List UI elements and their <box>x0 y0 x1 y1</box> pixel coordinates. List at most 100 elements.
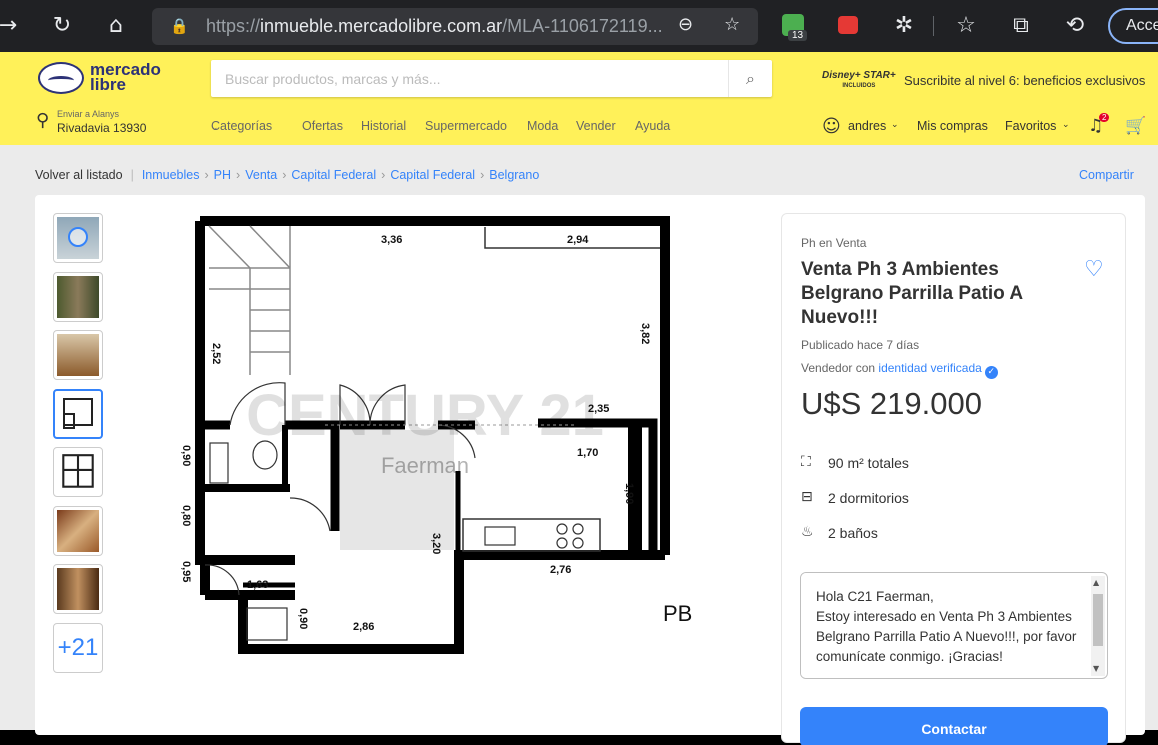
my-purchases-label: Mis compras <box>917 119 988 133</box>
back-to-list-link[interactable]: Volver al listado <box>35 168 123 182</box>
more-photos-button[interactable]: +21 <box>53 623 103 673</box>
breadcrumb: Volver al listado | Inmuebles › PH › Venta › Cap… <box>35 168 539 182</box>
dimension-label: 0,95 <box>180 561 192 582</box>
share-link[interactable]: Compartir <box>1079 168 1134 182</box>
dimension-label: 2,94 <box>567 234 589 246</box>
nav-vender[interactable]: Vender <box>576 119 616 133</box>
dimension-label: 0,90 <box>297 608 309 629</box>
nav-ofertas[interactable]: Ofertas <box>302 119 343 133</box>
collections-icon[interactable]: ⧉ <box>1005 10 1037 42</box>
nav-supermercado[interactable]: Supermercado <box>425 119 507 133</box>
user-name: andres <box>848 119 887 133</box>
dimension-label: 3,20 <box>430 533 442 554</box>
seller-info: Vendedor con identidad verificada ✓ <box>801 361 998 379</box>
mercadolibre-logo[interactable]: mercado libre <box>38 60 168 100</box>
address-bar[interactable]: 🔒 https://inmueble.mercadolibre.com.ar/M… <box>152 8 758 45</box>
verified-check-icon: ✓ <box>984 366 998 379</box>
nav-historial[interactable]: Historial <box>361 119 406 133</box>
ship-label: Enviar a Alanys <box>57 109 120 119</box>
feature-text: 2 dormitorios <box>828 490 909 506</box>
youtube-extension-icon[interactable] <box>838 16 858 34</box>
chevron-right-icon: › <box>236 168 241 182</box>
feature-text: 90 m² totales <box>828 455 909 471</box>
facade-photo <box>57 568 99 610</box>
feature-text: 2 baños <box>828 525 878 541</box>
search-bar: ⌕ <box>211 60 772 97</box>
dimension-label: 1,63 <box>247 579 268 591</box>
scroll-up-icon[interactable]: ▲ <box>1093 578 1099 587</box>
extension-icon[interactable]: 13 <box>782 14 808 41</box>
add-favorite-icon[interactable]: ☆ <box>724 14 748 38</box>
scroll-down-icon[interactable]: ▼ <box>1093 664 1099 673</box>
search-input[interactable] <box>211 60 726 97</box>
patio-photo <box>57 276 99 318</box>
url-text[interactable]: https://inmueble.mercadolibre.com.ar/MLA… <box>206 16 663 37</box>
seller-prefix: Vendedor con <box>801 361 876 375</box>
nav-moda[interactable]: Moda <box>527 119 558 133</box>
verified-identity-link[interactable]: identidad verificada <box>878 361 981 375</box>
scrollbar-thumb[interactable] <box>1093 594 1103 646</box>
thumbnail-photo[interactable] <box>53 272 103 322</box>
breadcrumb-item[interactable]: Venta <box>245 168 277 182</box>
listing-card: +21 CENTURY 21 Faerman 3,36 2,94 3,82 2,… <box>35 195 1145 745</box>
dimension-label: 3,36 <box>381 234 402 246</box>
reload-icon[interactable]: ↻ <box>46 10 78 42</box>
floor-label: PB <box>663 601 692 626</box>
floorplan-image: CENTURY 21 Faerman 3,36 2,94 3,82 2,52 2… <box>180 216 692 654</box>
heart-icon[interactable]: ♡ <box>1084 258 1108 282</box>
dimension-label: 0,90 <box>180 445 192 466</box>
listing-title: Venta Ph 3 Ambientes Belgrano Parrilla P… <box>801 259 1023 328</box>
lock-icon[interactable]: 🔒 <box>170 17 189 35</box>
disney-promo-banner[interactable]: Disney+ STAR+ INCLUIDOS Suscribite al niv… <box>822 70 1152 100</box>
play-icon <box>68 227 88 247</box>
breadcrumb-item[interactable]: PH <box>214 168 231 182</box>
account-button[interactable]: Acce <box>1108 8 1158 44</box>
zoom-icon[interactable]: ⊖ <box>678 14 702 38</box>
promo-text: Suscribite al nivel 6: beneficios exclus… <box>904 73 1146 88</box>
page-content: Volver al listado | Inmuebles › PH › Venta › Cap… <box>0 145 1158 745</box>
area-icon: ⛶ <box>801 454 811 470</box>
room-photo <box>57 510 99 552</box>
listing-info-panel: Ph en Venta Venta Ph 3 Ambientes Belgran… <box>781 213 1126 745</box>
bath-icon: ♨ <box>801 524 814 540</box>
thumbnail-floorplan[interactable] <box>53 447 103 497</box>
watermark-century21: CENTURY 21 <box>246 383 604 448</box>
thumbnail-photo[interactable] <box>53 506 103 556</box>
forward-icon[interactable]: → <box>0 10 24 42</box>
dimension-label: 1,70 <box>577 447 598 459</box>
nav-ayuda[interactable]: Ayuda <box>635 119 670 133</box>
disney-star-logo: Disney+ STAR+ INCLUIDOS <box>822 70 896 89</box>
favorites-icon[interactable]: ☆ <box>950 10 982 42</box>
home-icon[interactable]: ⌂ <box>100 10 132 42</box>
contact-button[interactable]: Contactar <box>800 707 1108 745</box>
notification-badge: 2 <box>1099 113 1110 122</box>
nav-categorias[interactable]: Categorías ⌄ <box>211 119 272 133</box>
breadcrumb-item[interactable]: Capital Federal <box>291 168 376 182</box>
thumbnail-photo[interactable] <box>53 330 103 380</box>
logo-text-line2: libre <box>90 75 126 94</box>
price: U$S 219.000 <box>801 386 982 421</box>
dimension-label: 2,86 <box>353 621 374 633</box>
shipping-location[interactable]: ⚲ Enviar a Alanys Rivadavia 13930 <box>36 107 176 137</box>
search-icon[interactable]: ⌕ <box>728 60 772 97</box>
history-icon[interactable]: ⟲ <box>1059 10 1091 42</box>
listing-subtitle: Ph en Venta <box>801 236 867 250</box>
favorites-label: Favoritos <box>1005 119 1057 133</box>
breadcrumb-item[interactable]: Inmuebles <box>142 168 200 182</box>
message-scrollbar[interactable]: ▲ ▼ <box>1091 576 1105 676</box>
dimension-label: 2,76 <box>550 564 571 576</box>
breadcrumb-item[interactable]: Capital Federal <box>390 168 475 182</box>
chevron-right-icon: › <box>480 168 485 182</box>
extension-badge-count: 13 <box>788 30 808 41</box>
floorplan-thumb-image <box>62 454 94 488</box>
thumbnail-floorplan-selected[interactable] <box>53 389 103 439</box>
floorplan-thumb-image <box>63 398 93 429</box>
extensions-icon[interactable]: ✲ <box>888 10 920 42</box>
thumbnail-photo[interactable] <box>53 564 103 614</box>
thumbnail-video[interactable] <box>53 213 103 263</box>
message-textarea[interactable]: Hola C21 Faerman, Estoy interesado en Ve… <box>801 573 1091 678</box>
breadcrumb-item[interactable]: Belgrano <box>489 168 539 182</box>
chevron-right-icon: › <box>381 168 386 182</box>
site-header: mercado libre ⌕ Disney+ STAR+INCLUIDOS S… <box>0 52 1158 145</box>
breadcrumb-divider: | <box>130 168 134 182</box>
